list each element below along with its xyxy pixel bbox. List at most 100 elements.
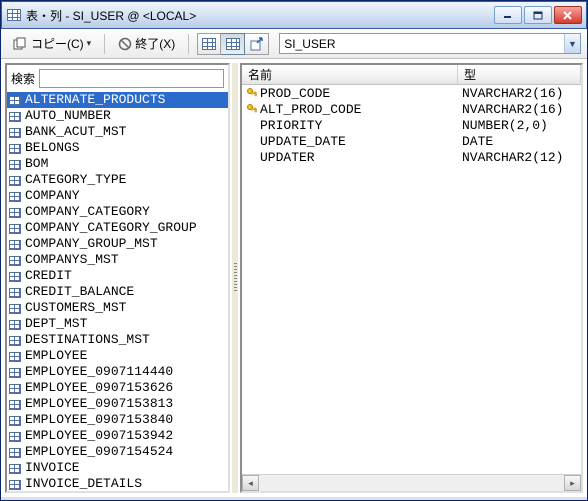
table-item[interactable]: BOM xyxy=(7,156,228,172)
separator xyxy=(188,34,189,54)
chevron-down-icon[interactable]: ▼ xyxy=(564,34,580,53)
table-name: DEPT_MST xyxy=(25,316,87,332)
window-title: 表・列 - SI_USER @ <LOCAL> xyxy=(26,7,494,24)
table-item[interactable]: EMPLOYEE_0907153626 xyxy=(7,380,228,396)
table-icon xyxy=(9,270,23,282)
table-icon xyxy=(9,142,23,154)
copy-button[interactable]: コピー(C) ▾ xyxy=(7,32,96,55)
search-row: 検索 xyxy=(7,65,228,92)
table-item[interactable]: EMPLOYEE_0907154524 xyxy=(7,444,228,460)
table-item[interactable]: COMPANY_CATEGORY_GROUP xyxy=(7,220,228,236)
table-item[interactable]: INVOICE xyxy=(7,460,228,476)
schema-combo[interactable]: SI_USER ▼ xyxy=(279,33,581,54)
table-name: EMPLOYEE_0907114440 xyxy=(25,364,173,380)
minimize-button[interactable] xyxy=(494,6,522,24)
exit-button[interactable]: 終了(X) xyxy=(113,32,180,55)
view-grid-button[interactable] xyxy=(197,33,221,55)
table-icon xyxy=(9,158,23,170)
table-item[interactable]: BANK_ACUT_MST xyxy=(7,124,228,140)
table-name: CUSTOMERS_MST xyxy=(25,300,126,316)
table-icon xyxy=(9,254,23,266)
table-item[interactable]: COMPANY_GROUP_MST xyxy=(7,236,228,252)
close-button[interactable] xyxy=(554,6,582,24)
table-item[interactable]: EMPLOYEE xyxy=(7,348,228,364)
table-icon xyxy=(9,350,23,362)
column-row[interactable]: PRIORITYNUMBER(2,0) xyxy=(242,117,581,133)
copy-icon xyxy=(12,37,28,51)
table-item[interactable]: COMPANY_CATEGORY xyxy=(7,204,228,220)
scroll-left-button[interactable]: ◂ xyxy=(242,475,259,491)
search-label: 検索 xyxy=(11,70,35,87)
column-row[interactable]: UPDATERNVARCHAR2(12) xyxy=(242,149,581,165)
forbid-icon xyxy=(118,37,132,51)
column-body[interactable]: PROD_CODE NVARCHAR2(16) ALT_PROD_CODE NVARC… xyxy=(242,85,581,474)
table-item[interactable]: EMPLOYEE_0907114440 xyxy=(7,364,228,380)
column-name: ALT_PROD_CODE xyxy=(260,102,361,117)
table-item[interactable]: CREDIT xyxy=(7,268,228,284)
maximize-button[interactable] xyxy=(524,6,552,24)
column-name: PROD_CODE xyxy=(260,86,330,101)
column-type: NVARCHAR2(16) xyxy=(462,102,563,117)
table-name: BANK_ACUT_MST xyxy=(25,124,126,140)
table-name: EMPLOYEE xyxy=(25,348,87,364)
table-icon xyxy=(9,414,23,426)
chevron-down-icon: ▾ xyxy=(87,38,92,49)
column-row[interactable]: ALT_PROD_CODE NVARCHAR2(16) xyxy=(242,101,581,117)
table-icon xyxy=(9,174,23,186)
table-item[interactable]: DESTINATIONS_MST xyxy=(7,332,228,348)
table-icon xyxy=(9,222,23,234)
table-list[interactable]: ALTERNATE_PRODUCTSAUTO_NUMBERBANK_ACUT_M… xyxy=(7,92,228,491)
table-icon xyxy=(9,286,23,298)
table-item[interactable]: COMPANY xyxy=(7,188,228,204)
table-item[interactable]: EMPLOYEE_0907153813 xyxy=(7,396,228,412)
table-item[interactable]: INVOICE_DETAILS xyxy=(7,476,228,491)
table-name: EMPLOYEE_0907153942 xyxy=(25,428,173,444)
tables-pane: 検索 ALTERNATE_PRODUCTSAUTO_NUMBERBANK_ACU… xyxy=(5,63,230,493)
table-item[interactable]: EMPLOYEE_0907153942 xyxy=(7,428,228,444)
column-type: NVARCHAR2(16) xyxy=(462,86,563,101)
table-item[interactable]: BELONGS xyxy=(7,140,228,156)
table-name: ALTERNATE_PRODUCTS xyxy=(25,92,165,108)
table-icon xyxy=(9,430,23,442)
table-item[interactable]: CATEGORY_TYPE xyxy=(7,172,228,188)
table-item[interactable]: DEPT_MST xyxy=(7,316,228,332)
horizontal-scrollbar[interactable]: ◂ ▸ xyxy=(242,474,581,491)
column-row[interactable]: PROD_CODE NVARCHAR2(16) xyxy=(242,85,581,101)
table-icon xyxy=(9,318,23,330)
table-icon xyxy=(9,190,23,202)
view-mode-buttons xyxy=(197,33,269,55)
key-icon xyxy=(246,103,258,115)
table-name: BELONGS xyxy=(25,140,80,156)
table-icon xyxy=(9,110,23,122)
search-input[interactable] xyxy=(39,69,224,88)
table-icon xyxy=(9,206,23,218)
table-icon xyxy=(9,94,23,106)
table-item[interactable]: CREDIT_BALANCE xyxy=(7,284,228,300)
table-item[interactable]: COMPANYS_MST xyxy=(7,252,228,268)
view-table-button[interactable] xyxy=(221,33,245,55)
table-icon xyxy=(9,126,23,138)
scroll-track[interactable] xyxy=(259,475,564,491)
header-name[interactable]: 名前 xyxy=(242,65,458,84)
table-name: INVOICE_DETAILS xyxy=(25,476,142,491)
column-header: 名前 型 xyxy=(242,65,581,85)
table-icon xyxy=(9,398,23,410)
table-icon xyxy=(9,366,23,378)
statusbar xyxy=(1,497,587,500)
scroll-right-button[interactable]: ▸ xyxy=(564,475,581,491)
table-name: BOM xyxy=(25,156,48,172)
table-item[interactable]: CUSTOMERS_MST xyxy=(7,300,228,316)
splitter[interactable] xyxy=(232,63,238,493)
table-name: CATEGORY_TYPE xyxy=(25,172,126,188)
schema-combo-value: SI_USER xyxy=(280,37,564,51)
table-name: EMPLOYEE_0907153840 xyxy=(25,412,173,428)
table-name: COMPANY_CATEGORY_GROUP xyxy=(25,220,197,236)
app-icon xyxy=(6,7,22,23)
table-item[interactable]: ALTERNATE_PRODUCTS xyxy=(7,92,228,108)
table-name: CREDIT_BALANCE xyxy=(25,284,134,300)
header-type[interactable]: 型 xyxy=(458,65,581,84)
column-row[interactable]: UPDATE_DATEDATE xyxy=(242,133,581,149)
table-item[interactable]: EMPLOYEE_0907153840 xyxy=(7,412,228,428)
view-export-button[interactable] xyxy=(245,33,269,55)
table-item[interactable]: AUTO_NUMBER xyxy=(7,108,228,124)
